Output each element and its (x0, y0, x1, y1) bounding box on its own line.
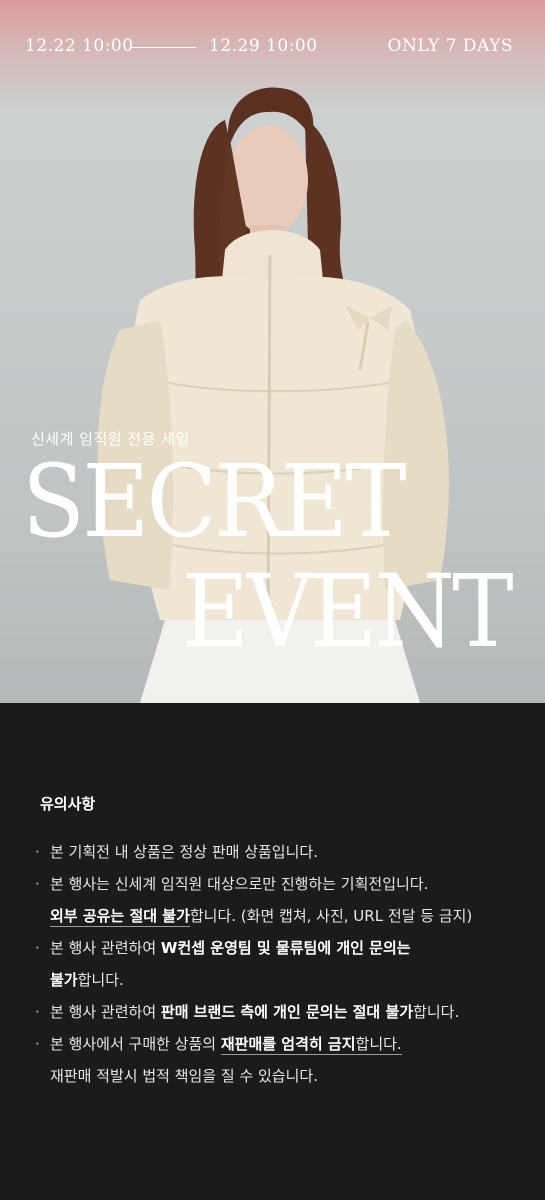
notice-text: 본 기획전 내 상품은 정상 판매 상품입니다. (50, 843, 318, 861)
notice-item: · 본 행사 관련하여 W컨셉 운영팀 및 물류팀에 개인 문의는 불가합니다. (33, 932, 533, 996)
notice-title: 유의사항 (40, 795, 96, 813)
notice-section: 유의사항 · 본 기획전 내 상품은 정상 판매 상품입니다. · 본 행사는 … (0, 703, 545, 1200)
notice-item: · 본 행사에서 구매한 상품의 재판매를 엄격히 금지합니다. 재판매 적발시… (33, 1028, 533, 1092)
notice-emphasis: 불가 (50, 971, 78, 989)
bullet-icon: · (35, 875, 40, 893)
hero-title-line2: EVENT (182, 553, 514, 670)
notice-list: · 본 기획전 내 상품은 정상 판매 상품입니다. · 본 행사는 신세계 임… (33, 836, 533, 1092)
bullet-icon: · (35, 939, 40, 957)
notice-item: · 본 행사는 신세계 임직원 대상으로만 진행하는 기획전입니다. 외부 공유… (33, 868, 533, 932)
notice-text: 재판매 적발시 법적 책임을 질 수 있습니다. (50, 1067, 318, 1085)
bullet-icon: · (35, 1035, 40, 1053)
date-range-divider (130, 47, 196, 48)
hero-title-line1: SECRET (22, 443, 407, 560)
event-duration: ONLY 7 DAYS (387, 36, 513, 56)
notice-item: · 본 기획전 내 상품은 정상 판매 상품입니다. (33, 836, 533, 868)
notice-text: 본 행사에서 구매한 상품의 (50, 1035, 221, 1053)
notice-emphasis: 판매 브랜드 측에 개인 문의는 절대 불가 (160, 1003, 414, 1021)
bullet-icon: · (35, 1003, 40, 1021)
notice-text: 본 행사는 신세계 임직원 대상으로만 진행하는 기획전입니다. (50, 875, 429, 893)
notice-emphasis: 외부 공유는 절대 불가 (50, 907, 190, 927)
notice-text: 합니다. (77, 971, 124, 989)
notice-text: 본 행사 관련하여 (50, 939, 161, 957)
notice-text: 합니다. (화면 캡쳐, 사진, URL 전달 등 금지) (189, 907, 473, 925)
event-end-date: 12.29 10:00 (209, 36, 318, 56)
notice-emphasis: W컨셉 운영팀 및 물류팀에 개인 문의는 (160, 939, 411, 957)
hero-banner: 12.22 10:00 12.29 10:00 ONLY 7 DAYS 신세계 … (0, 0, 545, 703)
notice-text: 합니다. (355, 1035, 402, 1055)
notice-item: · 본 행사 관련하여 판매 브랜드 측에 개인 문의는 절대 불가합니다. (33, 996, 533, 1028)
bullet-icon: · (35, 843, 40, 861)
event-period-bar: 12.22 10:00 12.29 10:00 ONLY 7 DAYS (0, 0, 545, 96)
notice-text: 본 행사 관련하여 (50, 1003, 161, 1021)
event-start-date: 12.22 10:00 (25, 36, 134, 56)
notice-emphasis: 재판매를 엄격히 금지 (220, 1035, 356, 1055)
notice-text: 합니다. (413, 1003, 460, 1021)
